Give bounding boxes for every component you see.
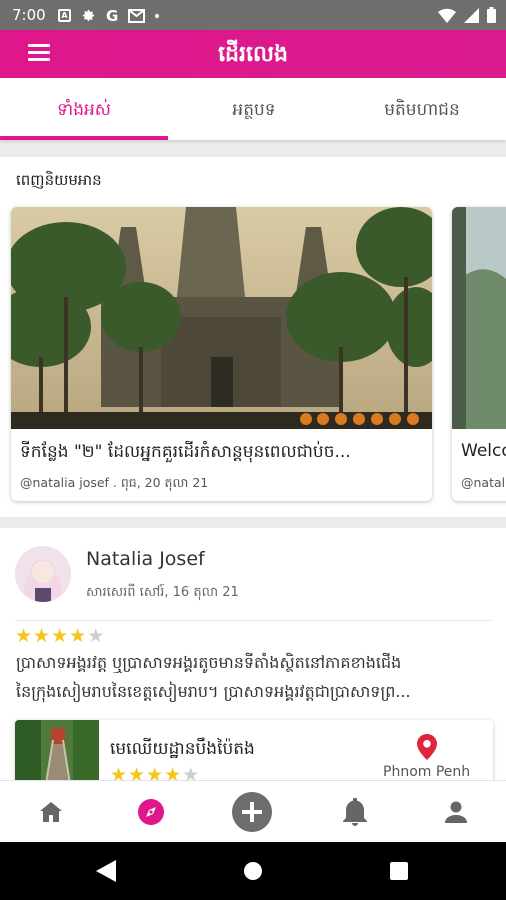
location-pin-icon (417, 734, 437, 760)
home-button[interactable] (243, 861, 263, 885)
post-body-line: នៃក្រុងសៀមរាបនៃខេត្តសៀមរាប។ ប្រាសាទអង្គរ… (16, 682, 411, 701)
star-icon: ★ (164, 764, 183, 780)
recents-button[interactable] (390, 862, 408, 884)
star-icon: ★ (15, 625, 34, 647)
star-icon: ★ (110, 764, 129, 780)
status-bar: 7:00 A G (0, 0, 506, 30)
app-bar: ដើរលេង (0, 30, 506, 78)
signal-icon (464, 7, 479, 23)
back-button[interactable] (96, 860, 116, 886)
place-name: មេឈើយដ្ឋានបឹងប៉ៃតង (110, 739, 255, 759)
nav-explore[interactable] (121, 781, 181, 843)
star-icon: ★ (87, 625, 106, 647)
post-body-line: ប្រាសាទអង្គរវត្ត ឬប្រាសាទអង្គរតូចមានទីតា… (16, 653, 402, 672)
nav-home[interactable] (21, 781, 81, 843)
person-icon (445, 801, 467, 823)
wifi-icon (438, 8, 456, 23)
article-meta: @natal (461, 475, 506, 490)
system-navigation-bar (0, 842, 506, 900)
gear-icon (82, 9, 95, 22)
star-icon: ★ (51, 625, 70, 647)
post-author[interactable]: Natalia Josef (86, 548, 205, 570)
article-card[interactable]: Welco @natal (452, 207, 506, 501)
status-time: 7:00 (12, 6, 46, 24)
nav-add[interactable] (222, 781, 282, 843)
home-circle-icon (244, 862, 262, 880)
divider (15, 620, 491, 621)
section-title: ពេញនិយមអាន (16, 171, 102, 189)
article-title: ទីកន្លែង "២" ដែលអ្នកគួរដើរកំសាន្តមុនពេលជ… (20, 442, 351, 462)
tab-opinions[interactable]: មតិមហាជន (338, 78, 506, 140)
google-g-icon: G (106, 6, 119, 25)
place-rating: ★★★★★ (110, 764, 200, 780)
home-icon (40, 802, 62, 822)
app-title: ដើរលេង (218, 42, 288, 67)
article-meta: @natalia josef . ពុធ, 20 តុលា 21 (20, 475, 209, 490)
article-image (452, 207, 506, 429)
gmail-icon (128, 8, 146, 23)
star-icon: ★ (33, 625, 52, 647)
bottom-navigation (0, 780, 506, 842)
dot-icon (155, 13, 160, 18)
avatar[interactable] (15, 546, 71, 602)
star-icon: ★ (146, 764, 165, 780)
plus-circle-icon (232, 792, 272, 832)
nav-profile[interactable] (426, 781, 486, 843)
tab-indicator (0, 136, 168, 140)
article-card[interactable]: ទីកន្លែង "២" ដែលអ្នកគួរដើរកំសាន្តមុនពេលជ… (11, 207, 432, 501)
star-icon: ★ (128, 764, 147, 780)
post-body: ប្រាសាទអង្គរវត្ត ឬប្រាសាទអង្គរតូចមានទីតា… (16, 648, 490, 706)
tab-articles[interactable]: អត្ថបទ (170, 78, 338, 140)
compass-icon (138, 799, 164, 825)
place-location: Phnom Penh (383, 764, 471, 780)
tab-all[interactable]: ទាំងអស់ (0, 78, 168, 140)
recents-square-icon (390, 862, 408, 880)
article-image (11, 207, 432, 429)
place-card[interactable]: មេឈើយដ្ឋានបឹងប៉ៃតង ★★★★★ Phnom Penh (15, 720, 493, 780)
a-box-icon: A (58, 9, 71, 22)
nav-notifications[interactable] (325, 781, 385, 843)
tab-bar: ទាំងអស់ អត្ថបទ មតិមហាជន (0, 78, 506, 140)
battery-icon (487, 7, 496, 23)
star-icon: ★ (69, 625, 88, 647)
post-card[interactable]: Natalia Josef សារសេរពី សៅរ៍, 16 តុលា 21 … (0, 528, 506, 780)
back-triangle-icon (96, 860, 116, 882)
popular-section: ពេញនិយមអាន ទីកន្លែង "២" ដែលអ្នកគួរដើរកំស… (0, 157, 506, 517)
post-rating: ★★★★★ (15, 625, 105, 647)
post-date: សារសេរពី សៅរ៍, 16 តុលា 21 (86, 585, 239, 600)
bell-icon (343, 798, 367, 826)
place-thumbnail (15, 720, 99, 780)
star-icon: ★ (182, 764, 201, 780)
article-title: Welco (461, 441, 506, 461)
